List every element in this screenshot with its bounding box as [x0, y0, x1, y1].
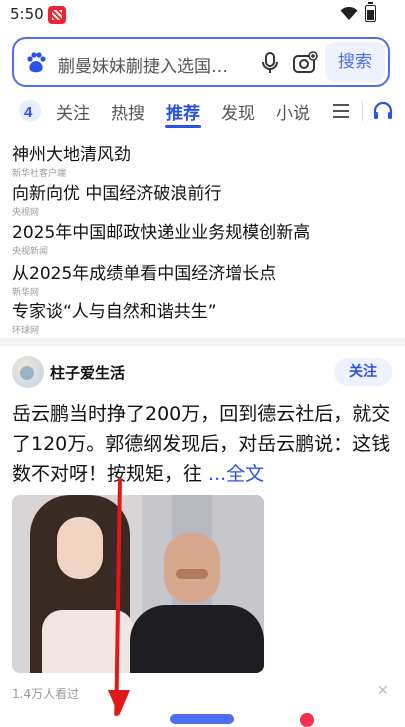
news-source: 环球网 — [12, 326, 40, 336]
news-title[interactable]: 向新向优 中国经济破浪前行 — [12, 179, 221, 204]
svg-text:4: 4 — [24, 104, 33, 121]
news-item[interactable]: 2025年中国邮政快递业业务规模创新高 央视新闻 — [12, 218, 310, 257]
read-more-link[interactable]: ...全文 — [208, 463, 264, 485]
dismiss-icon[interactable]: ✕ — [377, 683, 389, 699]
news-item[interactable]: 神州大地清风劲 新华社客户端 — [12, 140, 131, 179]
news-title[interactable]: 专家谈“人与自然和谐共生” — [12, 297, 217, 322]
tab-novel[interactable]: 小说 — [276, 99, 310, 124]
tab-hot-search[interactable]: 热搜 — [111, 99, 145, 124]
channel-tabs: 4 关注 热搜 推荐 发现 小说 — [0, 95, 405, 131]
news-item[interactable]: 专家谈“人与自然和谐共生” 环球网 — [12, 297, 217, 336]
news-title[interactable]: 从2025年成绩单看中国经济增长点 — [12, 259, 276, 284]
wifi-icon — [340, 7, 358, 20]
notification-app-icon — [48, 6, 66, 24]
search-button[interactable]: 搜索 — [325, 42, 385, 82]
status-time: 5:50 — [10, 5, 44, 23]
news-title[interactable]: 2025年中国邮政快递业业务规模创新高 — [12, 218, 310, 243]
tab-divider — [362, 101, 363, 121]
camera-search-icon[interactable] — [292, 51, 318, 75]
ai-assistant-icon[interactable]: 4 — [18, 99, 42, 123]
baidu-paw-icon — [27, 52, 46, 73]
feed-summary[interactable]: 岳云鹏当时挣了200万，回到德云社后，就交了120万。郭德纲发现后，对岳云鹏说：… — [12, 403, 390, 485]
news-item[interactable]: 向新向优 中国经济破浪前行 央视网 — [12, 179, 221, 218]
avatar[interactable] — [12, 356, 44, 388]
notification-dot — [300, 713, 314, 727]
microphone-icon[interactable] — [259, 51, 281, 75]
search-bar[interactable]: 蒯曼妹妹蒯捷入选国… 搜索 — [12, 37, 390, 87]
feed-text[interactable]: 岳云鹏当时挣了200万，回到德云社后，就交了120万。郭德纲发现后，对岳云鹏说：… — [12, 399, 394, 489]
view-count: 1.4万人看过 — [12, 687, 80, 701]
news-item[interactable]: 从2025年成绩单看中国经济增长点 新华网 — [12, 259, 276, 298]
news-source: 新华社客户端 — [12, 169, 67, 179]
tab-follow[interactable]: 关注 — [56, 99, 90, 124]
menu-icon[interactable] — [333, 104, 349, 118]
news-source: 央视新闻 — [12, 247, 49, 257]
battery-icon — [365, 2, 376, 22]
annotation-arrow-head — [108, 690, 130, 716]
author-name[interactable]: 柱子爱生活 — [50, 362, 125, 383]
tab-discover[interactable]: 发现 — [221, 99, 255, 124]
active-tab-indicator — [165, 125, 201, 128]
follow-button[interactable]: 关注 — [334, 358, 392, 386]
section-divider — [0, 338, 405, 346]
news-title[interactable]: 神州大地清风劲 — [12, 140, 131, 165]
news-source: 央视网 — [12, 208, 40, 218]
headphones-icon[interactable] — [372, 101, 394, 121]
status-bar: 5:50 — [0, 0, 405, 30]
bottom-nav-hint — [170, 714, 234, 724]
feed-image[interactable] — [12, 495, 264, 673]
search-input[interactable]: 蒯曼妹妹蒯捷入选国… — [58, 52, 228, 77]
tab-recommend[interactable]: 推荐 — [166, 99, 200, 124]
